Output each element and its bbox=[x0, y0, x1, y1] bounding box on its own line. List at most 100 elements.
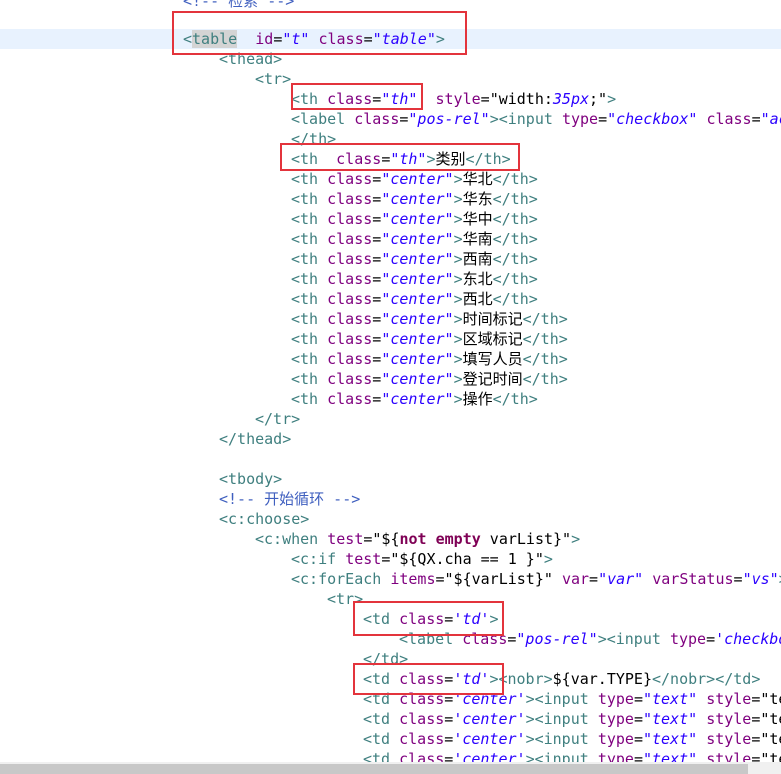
code-token: = bbox=[633, 710, 643, 728]
code-token: class bbox=[399, 710, 445, 728]
code-line[interactable]: <!-- 开始循环 --> bbox=[219, 489, 360, 509]
code-line[interactable]: </thead> bbox=[219, 429, 291, 449]
code-token: > bbox=[453, 310, 463, 328]
code-token: 35px bbox=[552, 90, 590, 108]
code-token: class bbox=[327, 370, 373, 388]
code-token: <th bbox=[291, 390, 319, 408]
code-token: > bbox=[571, 530, 581, 548]
code-token: 'checkbox' bbox=[715, 630, 781, 648]
code-token: 区域标记 bbox=[462, 330, 523, 348]
code-line[interactable]: <c:when test="${not empty varList}"> bbox=[255, 529, 580, 549]
code-token: = bbox=[372, 170, 382, 188]
code-token: > bbox=[453, 270, 463, 288]
code-token: 华南 bbox=[462, 230, 493, 248]
horizontal-scrollbar[interactable] bbox=[0, 762, 781, 774]
code-line[interactable]: <td class='center'><input type="text" st… bbox=[363, 729, 781, 749]
code-token: "width: bbox=[489, 90, 553, 108]
code-token: "${QX.cha == 1 }" bbox=[390, 550, 544, 568]
code-token: <c:if bbox=[291, 550, 337, 568]
code-token: type bbox=[561, 110, 599, 128]
code-token: ;" bbox=[589, 90, 608, 108]
code-line[interactable]: <th class="center">时间标记</th> bbox=[291, 309, 568, 329]
code-token: "text bbox=[760, 690, 781, 708]
code-line[interactable]: <c:choose> bbox=[219, 509, 309, 529]
code-token: ${var.TYPE} bbox=[552, 670, 652, 688]
code-line[interactable]: <th class="center">西北</th> bbox=[291, 289, 538, 309]
annotation-box-th-checkbox bbox=[291, 83, 423, 110]
code-token: class bbox=[327, 250, 373, 268]
annotation-box-td-checkbox bbox=[353, 601, 504, 636]
code-token: type bbox=[597, 690, 634, 708]
code-token: </th> bbox=[492, 210, 538, 228]
code-token: = bbox=[372, 270, 382, 288]
code-token: "center" bbox=[381, 190, 454, 208]
code-line[interactable]: <th class="center">华东</th> bbox=[291, 189, 538, 209]
code-line[interactable]: <th class="center">操作</th> bbox=[291, 389, 538, 409]
scrollbar-thumb[interactable] bbox=[0, 764, 748, 774]
code-line[interactable]: <tr> bbox=[255, 69, 291, 89]
code-token: class bbox=[327, 310, 373, 328]
code-token: style bbox=[435, 90, 481, 108]
code-line[interactable]: <th class="center">西南</th> bbox=[291, 249, 538, 269]
code-line[interactable]: <th class="center">登记时间</th> bbox=[291, 369, 568, 389]
code-token: "text" bbox=[642, 710, 698, 728]
code-token: = bbox=[633, 690, 643, 708]
code-line[interactable]: <th class="center">华中</th> bbox=[291, 209, 538, 229]
code-token: 'center' bbox=[453, 730, 526, 748]
code-line[interactable]: <!-- 检索 --> bbox=[183, 0, 294, 11]
code-token: 西南 bbox=[462, 250, 493, 268]
code-token: class bbox=[399, 730, 445, 748]
code-token: class bbox=[327, 230, 373, 248]
code-token: </thead> bbox=[219, 430, 292, 448]
code-line[interactable]: <td class='center'><input type="text" st… bbox=[363, 709, 781, 729]
code-token: "center" bbox=[381, 350, 454, 368]
code-line[interactable]: <c:forEach items="${varList}" var="var" … bbox=[291, 569, 781, 589]
code-line[interactable]: <th class="center">华南</th> bbox=[291, 229, 538, 249]
code-line[interactable]: <th class="center">华北</th> bbox=[291, 169, 538, 189]
code-token: <c:choose> bbox=[219, 510, 310, 528]
code-token: "text bbox=[760, 730, 781, 748]
code-token: "pos-rel" bbox=[516, 630, 598, 648]
code-token: = bbox=[372, 190, 382, 208]
code-token: = bbox=[372, 350, 382, 368]
code-line[interactable]: <c:if test="${QX.cha == 1 }"> bbox=[291, 549, 553, 569]
code-token: "var" bbox=[598, 570, 644, 588]
code-line[interactable]: </tr> bbox=[255, 409, 300, 429]
code-token: <tr> bbox=[255, 70, 292, 88]
code-token: > bbox=[453, 390, 463, 408]
code-line[interactable]: <th class="center">区域标记</th> bbox=[291, 329, 568, 349]
code-line[interactable]: <label class="pos-rel"><input type="chec… bbox=[291, 109, 781, 129]
code-token: "center" bbox=[381, 370, 454, 388]
code-line[interactable]: <th class="center">东北</th> bbox=[291, 269, 538, 289]
code-token: class bbox=[327, 270, 373, 288]
code-line[interactable]: <th class="center">填写人员</th> bbox=[291, 349, 568, 369]
code-token: "center" bbox=[381, 270, 454, 288]
annotation-box-table bbox=[172, 11, 467, 55]
code-token: 检索 bbox=[228, 0, 259, 10]
code-token: = bbox=[372, 230, 382, 248]
code-token: 登记时间 bbox=[462, 370, 523, 388]
code-token: = bbox=[633, 730, 643, 748]
code-editor[interactable]: <!-- 检索 --> <table id="t" class="table"> <… bbox=[0, 0, 781, 774]
code-token: = bbox=[751, 110, 761, 128]
code-token: </th> bbox=[492, 270, 538, 288]
code-token: class bbox=[327, 190, 373, 208]
code-token: <tbody> bbox=[219, 470, 283, 488]
code-token: test bbox=[327, 530, 364, 548]
code-token: test bbox=[345, 550, 382, 568]
code-token: <th bbox=[291, 230, 319, 248]
code-token: style bbox=[706, 730, 752, 748]
code-token: ><input bbox=[489, 110, 553, 128]
code-token: </th> bbox=[522, 370, 568, 388]
code-line[interactable]: <tbody> bbox=[219, 469, 282, 489]
code-token: </th> bbox=[492, 190, 538, 208]
